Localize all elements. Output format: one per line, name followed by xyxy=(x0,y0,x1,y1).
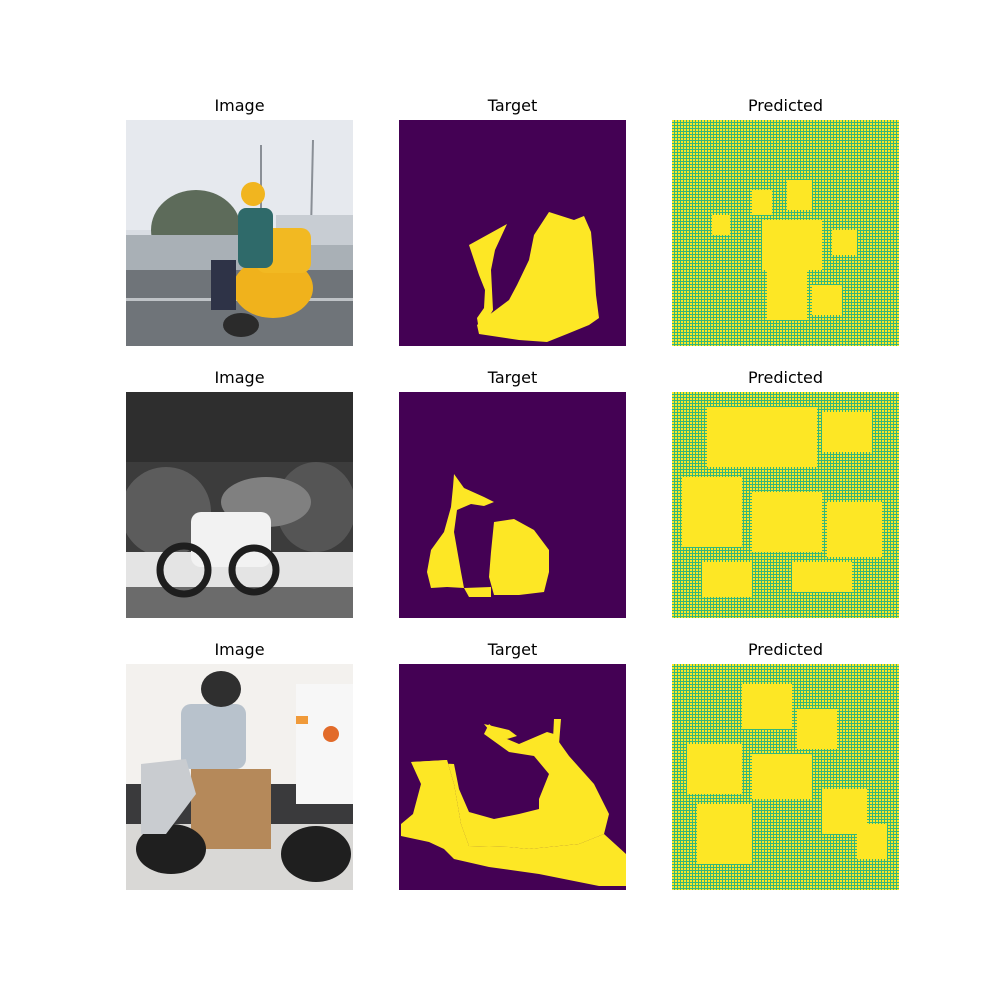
row1-image-photo xyxy=(126,120,353,346)
row2-image-title: Image xyxy=(214,368,265,387)
row3-target-title: Target xyxy=(487,640,538,659)
row1-predicted-mask xyxy=(672,120,899,346)
row2-target-mask xyxy=(399,392,626,618)
row3-image-title: Image xyxy=(214,640,265,659)
row3-predicted-title: Predicted xyxy=(747,640,824,659)
row1-image-title: Image xyxy=(214,96,265,115)
row2-predicted-mask xyxy=(672,392,899,618)
row2-target-title: Target xyxy=(487,368,538,387)
row1-target-mask xyxy=(399,120,626,346)
row3-image-photo xyxy=(126,664,353,890)
row1-target-title: Target xyxy=(487,96,538,115)
row3-target-mask xyxy=(399,664,626,890)
row2-predicted-title: Predicted xyxy=(747,368,824,387)
row1-predicted-title: Predicted xyxy=(747,96,824,115)
row2-image-photo xyxy=(126,392,353,618)
row3-predicted-mask xyxy=(672,664,899,890)
